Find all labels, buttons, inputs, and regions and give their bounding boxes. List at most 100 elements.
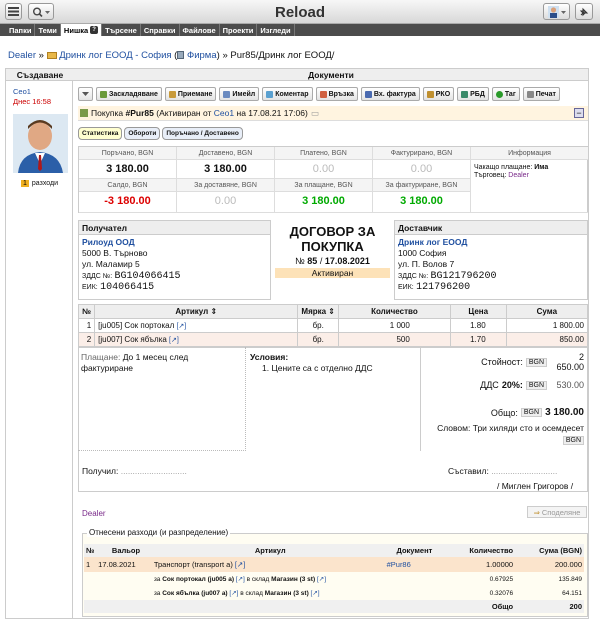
- breadcrumb-firm[interactable]: Фирма: [187, 50, 217, 61]
- expenses-header-row: № Вальор Артикул Документ Количество Сум…: [84, 544, 584, 557]
- composed-by: Съставил: ............................: [448, 466, 558, 476]
- chevron-down-icon: [82, 91, 89, 96]
- pin-button[interactable]: [575, 3, 593, 20]
- contract-box: ДОГОВОР ЗА ПОКУПКА № 85 / 17.08.2021 Акт…: [271, 220, 394, 300]
- table-row: 1 [ju005] Сок портокал [↗] бр. 1 000 1.8…: [77, 318, 589, 333]
- stat-to-deliver: За доставяне, BGN 0.00: [177, 179, 275, 213]
- author-name[interactable]: Ceo1: [13, 87, 31, 96]
- stat-to-invoice: За фактуриране, BGN 3 180.00: [373, 179, 471, 213]
- main-nav: Папки Теми Нишка? Търсене Справки Файлов…: [0, 24, 600, 36]
- sort-article[interactable]: Артикул ⇕: [94, 304, 299, 319]
- breadcrumb-company[interactable]: Дринк лог ЕООД - София: [59, 50, 171, 61]
- stats-grid: Поръчано, BGN 3 180.00 Доставено, BGN 3 18…: [78, 146, 588, 213]
- stat-info: Информация Чакащо плащане: Има Търговец:…: [471, 147, 588, 213]
- help-icon[interactable]: ?: [90, 26, 99, 34]
- expense-row: 1 17.08.2021 Транспорт (transport a) [↗]…: [84, 557, 584, 572]
- nav-thread[interactable]: Нишка?: [60, 24, 103, 36]
- footer-dealer[interactable]: Dealer: [82, 509, 106, 518]
- composer-name: / Миглен Григоров /: [497, 481, 574, 491]
- nav-views[interactable]: Изгледи: [257, 24, 295, 36]
- author-column: Ceo1 Днес 16:58 1 разходи: [5, 81, 73, 619]
- stat-invoiced: Фактурирано, BGN 0.00: [373, 147, 471, 179]
- doc-toolbar: Заскладяване Приемане Имейл Коментар Връ…: [78, 87, 560, 101]
- document-number: #Pur85: [125, 108, 154, 118]
- items-header-row: № Артикул ⇕ Мярка ⇕ Количество Цена Сума: [77, 304, 589, 319]
- expense-doc-link[interactable]: #Pur86: [387, 560, 411, 569]
- open-link-icon[interactable]: [↗]: [229, 590, 238, 597]
- receive-button[interactable]: Приемане: [164, 87, 217, 101]
- cash-icon: [426, 90, 434, 98]
- rbd-button[interactable]: РБД: [457, 87, 489, 101]
- supplier-box: Доставчик Дринк лог ЕООД 1000 София ул. …: [394, 220, 588, 300]
- user-menu[interactable]: [543, 3, 570, 20]
- breadcrumb-root[interactable]: Dealer: [8, 50, 36, 61]
- share-icon: ⇒: [533, 507, 540, 517]
- nav-folders[interactable]: Папки: [0, 24, 36, 36]
- invoice-button[interactable]: Вх. фактура: [360, 87, 420, 101]
- app-title: Reload: [274, 4, 325, 21]
- tag-button[interactable]: Таг: [491, 87, 520, 101]
- open-link-icon[interactable]: [↗]: [317, 576, 326, 583]
- email-icon: [223, 90, 231, 98]
- top-bar: Reload: [0, 0, 600, 24]
- nav-files[interactable]: Файлове: [180, 24, 220, 36]
- table-row: 2 [ju007] Сок ябълка [↗] бр. 500 1.70 85…: [77, 332, 589, 347]
- supplier-name[interactable]: Дринк лог ЕООД: [398, 237, 584, 248]
- receiver-box: Получател Рилоуд ООД 5000 В. Търново ул.…: [78, 220, 271, 300]
- trader-link[interactable]: Dealer: [508, 172, 529, 179]
- stat-to-pay: За плащане, BGN 3 180.00: [275, 179, 373, 213]
- link-icon: [319, 90, 327, 98]
- tab-ordered-delivered[interactable]: Поръчано / Доставено: [162, 127, 243, 140]
- open-link-icon[interactable]: [↗]: [236, 576, 245, 583]
- breadcrumb: Dealer » Дринк лог ЕООД - София ( Фирма)…: [8, 50, 335, 61]
- document-title-line: Покупка #Pur85 (Активиран от Ceo1 на 17.…: [78, 106, 588, 121]
- expenses-badge[interactable]: 1 разходи: [21, 180, 58, 187]
- comment-button[interactable]: Коментар: [262, 87, 313, 101]
- nav-reports[interactable]: Справки: [141, 24, 180, 36]
- nav-search[interactable]: Търсене: [102, 24, 141, 36]
- firm-icon: [177, 51, 185, 60]
- warehouse-icon: [100, 90, 107, 98]
- nav-topics[interactable]: Теми: [35, 24, 61, 36]
- tag-icon: [495, 90, 503, 98]
- tab-turnover[interactable]: Обороти: [124, 127, 161, 140]
- comment-icon: [266, 90, 274, 98]
- stat-balance: Салдо, BGN -3 180.00: [79, 179, 177, 213]
- stockin-button[interactable]: Заскладяване: [96, 87, 162, 101]
- split-row: за Сок ябълка (ju007 a) [↗] в склад Мага…: [153, 589, 582, 598]
- rko-button[interactable]: РКО: [422, 87, 455, 101]
- author-photo: [13, 114, 68, 173]
- share-button[interactable]: ⇒ Споделяне: [527, 506, 587, 518]
- nav-projects[interactable]: Проекти: [220, 24, 258, 36]
- sort-unit[interactable]: Мярка ⇕: [297, 304, 340, 319]
- open-link-icon[interactable]: [↗]: [311, 590, 320, 597]
- toolbar-more-button[interactable]: [78, 87, 93, 101]
- open-link-icon[interactable]: [↗]: [176, 323, 186, 330]
- print-icon: [526, 90, 534, 98]
- activated-by[interactable]: Ceo1: [214, 108, 234, 118]
- open-link-icon[interactable]: [↗]: [169, 337, 179, 344]
- open-link-icon[interactable]: [↗]: [235, 560, 245, 569]
- column-create: Създаване: [6, 69, 74, 81]
- tab-statistics[interactable]: Статистика: [78, 127, 123, 140]
- payment-terms: Плащане: До 1 месец след фактуриране: [78, 347, 246, 451]
- expenses-total-row: Общо 200: [84, 600, 584, 613]
- link-button[interactable]: Връзка: [315, 87, 358, 101]
- purchase-icon: [80, 109, 88, 117]
- comment-bubble-icon[interactable]: ▭: [311, 108, 319, 119]
- received-by: Получил: ............................: [82, 466, 187, 476]
- email-button[interactable]: Имейл: [219, 87, 260, 101]
- folder-icon: [46, 51, 57, 59]
- pin-icon: [579, 7, 589, 16]
- stat-paid: Платено, BGN 0.00: [275, 147, 373, 179]
- split-row: за Сок портокал (ju005 a) [↗] в склад Ма…: [153, 575, 582, 584]
- print-button[interactable]: Печат: [522, 87, 560, 101]
- status-badge: Активиран: [275, 268, 390, 278]
- avatar-icon: [547, 5, 566, 18]
- items-table: № Артикул ⇕ Мярка ⇕ Количество Цена Сума…: [77, 304, 589, 347]
- receiver-name[interactable]: Рилоуд ООД: [82, 237, 267, 248]
- collapse-button[interactable]: −: [574, 108, 584, 118]
- author-date: Днес 16:58: [13, 97, 51, 106]
- bank-icon: [461, 90, 469, 98]
- stats-tabs: Статистика Обороти Поръчано / Доставено: [78, 127, 243, 140]
